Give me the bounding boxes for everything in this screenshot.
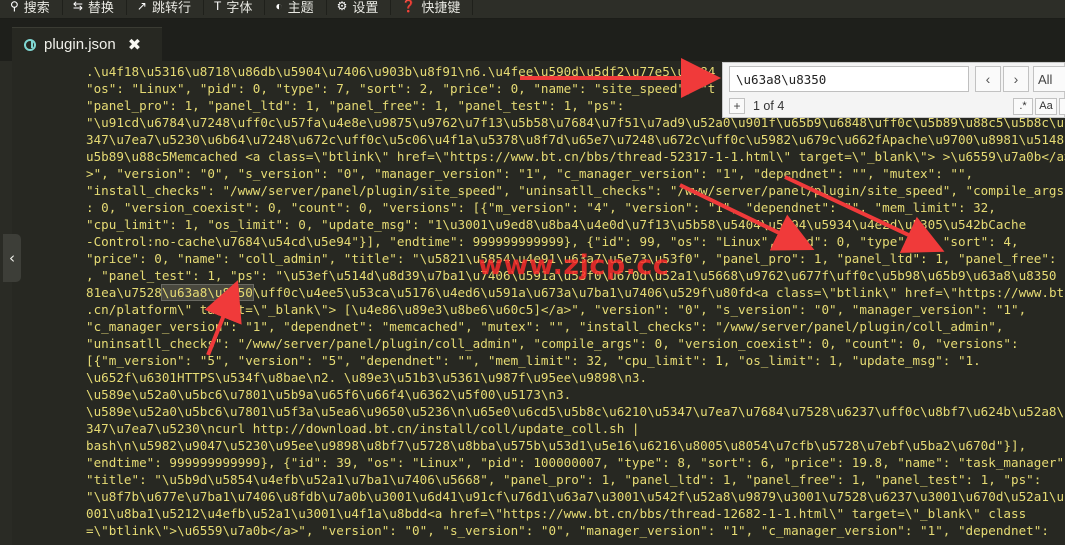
annotation-arrows [204, 58, 945, 356]
arrow-to-highlight [204, 280, 242, 356]
arrow-to-panel-ltd [784, 175, 945, 253]
arrow-to-panel-pro [679, 183, 815, 251]
